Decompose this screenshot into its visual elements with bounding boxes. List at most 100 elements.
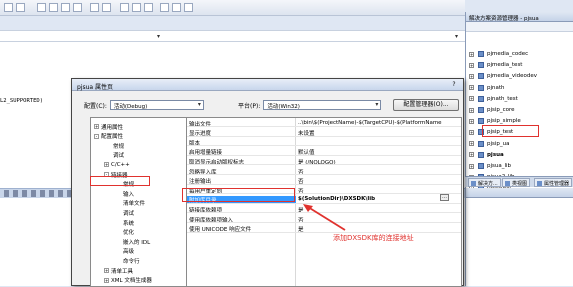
expand-icon[interactable]: + — [469, 107, 474, 113]
properties-panel-header — [466, 188, 573, 198]
tree-node[interactable]: 输入 — [114, 189, 134, 198]
tree-node[interactable]: 优化 — [114, 228, 134, 237]
tree-node-label: 调试 — [113, 153, 125, 160]
toolbar-button-icon[interactable] — [49, 3, 58, 12]
property-row[interactable]: 显示进度 未设置 — [187, 129, 461, 137]
expand-icon[interactable]: + — [469, 152, 474, 158]
close-icon[interactable]: ? — [449, 81, 459, 89]
property-row[interactable]: 启用增量链接 默认值 — [187, 148, 461, 157]
platform-row: 平台(P): 活动(Win32) — [238, 99, 382, 111]
toolbar-button-icon[interactable] — [90, 3, 99, 12]
property-row[interactable]: 输出文件 ..\bin\$(ProjectName)-$(TargetCPU)-$… — [187, 119, 461, 128]
tab-class-view[interactable]: 类视图 — [502, 178, 531, 187]
expand-icon[interactable]: + — [469, 141, 474, 147]
solution-item[interactable]: + pjsip_core — [469, 105, 515, 115]
annotation-text: 添加DXSDK库的连接地址 — [333, 234, 414, 242]
toolbar-button-icon[interactable] — [61, 3, 70, 12]
solution-item-label: pjsua_lib — [487, 163, 512, 169]
solution-item[interactable]: + pjnath — [469, 83, 505, 93]
project-icon — [478, 62, 484, 69]
ellipsis-button[interactable]: … — [440, 194, 449, 201]
tab-solution-explorer[interactable]: 解决方... — [468, 178, 501, 187]
property-value: ..\bin\$(ProjectName)-$(TargetCPU)-$(Pla… — [298, 119, 442, 126]
property-value[interactable]: $(SolutionDir)\DXSDK\lib — [298, 196, 375, 202]
tree-node[interactable]: 嵌入的 IDL — [114, 237, 150, 246]
expand-icon[interactable]: + — [469, 163, 474, 169]
toolbar-button-icon[interactable] — [102, 3, 111, 12]
tree-node[interactable]: + 清单工具 — [104, 266, 133, 275]
toolbar-button-icon[interactable] — [37, 3, 46, 12]
expand-icon[interactable]: + — [94, 124, 99, 129]
chevron-down-icon[interactable]: ▾ — [157, 33, 160, 40]
tree-node[interactable]: 常规 — [104, 141, 124, 150]
collapse-icon[interactable]: - — [94, 133, 99, 139]
toolbar-button-icon[interactable] — [144, 3, 153, 12]
property-row[interactable]: 忽略导入库 否 — [187, 167, 461, 176]
expand-icon[interactable]: + — [469, 129, 474, 135]
solution-item[interactable]: + pjnath_test — [469, 94, 518, 104]
solution-item[interactable]: + pjmedia_videodev — [469, 71, 537, 81]
expand-icon[interactable]: + — [469, 96, 474, 102]
solution-item[interactable]: + pjsua_lib — [469, 161, 511, 171]
toolbar-button-icon[interactable] — [120, 3, 129, 12]
property-tree: + 通用属性 - 配置属性 常规 调试 + C/C++ - 链接器 常规 输入 清单文件 调试 系统 优化 嵌入… — [90, 117, 190, 287]
output-toolbar-icons[interactable] — [4, 190, 79, 197]
tree-node[interactable]: + XML 文档生成器 — [104, 276, 152, 285]
tree-node[interactable]: 命令行 — [114, 256, 140, 265]
property-row[interactable]: 版本 — [187, 138, 461, 147]
tree-node[interactable]: 调试 — [114, 208, 134, 217]
property-row[interactable]: 使用库依赖项输入 否 — [187, 215, 461, 224]
property-row[interactable]: 使用 UNICODE 响应文件 是 — [187, 225, 461, 234]
tree-node-label: 系统 — [123, 220, 135, 227]
property-row[interactable]: 注册输出 否 — [187, 177, 461, 186]
toolbar-button-icon[interactable] — [172, 3, 181, 12]
project-icon — [478, 95, 484, 102]
chevron-down-icon[interactable]: ▾ — [455, 33, 458, 40]
expand-icon[interactable]: + — [104, 277, 109, 283]
toolbar-button-icon[interactable] — [132, 3, 141, 12]
toolbar-button-icon[interactable] — [73, 3, 82, 12]
project-icon — [478, 140, 484, 147]
tree-node[interactable]: 调试 — [104, 151, 124, 160]
property-value: 是 — [298, 207, 304, 214]
tree-node[interactable]: 清单文件 — [114, 199, 145, 208]
solution-item[interactable]: + pjmedia_test — [469, 60, 522, 70]
expand-icon[interactable]: + — [469, 62, 474, 68]
expand-icon[interactable]: + — [469, 73, 474, 79]
solution-item[interactable]: + pjsua — [469, 150, 504, 160]
property-value: 否 — [298, 179, 304, 186]
solution-explorer-toolbar[interactable] — [466, 22, 573, 32]
tree-node[interactable]: 高级 — [114, 247, 134, 256]
tree-node[interactable]: + C/C++ — [104, 160, 130, 169]
tree-node-label: 配置属性 — [101, 134, 124, 141]
expand-icon[interactable]: + — [104, 268, 109, 273]
property-value: 是 — [298, 227, 304, 234]
toolbar-button-icon[interactable] — [16, 3, 25, 12]
linker-general-highlight-box — [90, 176, 150, 186]
solution-item[interactable]: + pjsip_ua — [469, 139, 510, 149]
expand-icon[interactable]: + — [104, 162, 109, 168]
code-line: L2_SUPPORTED) — [0, 98, 44, 104]
config-select[interactable]: 活动(Debug) — [109, 100, 204, 110]
property-row[interactable]: 取消显示启动版权标志 是 (/NOLOGO) — [187, 157, 461, 166]
property-name: 启用增量链接 — [189, 150, 223, 157]
expand-icon[interactable]: + — [469, 85, 474, 91]
expand-icon[interactable]: + — [469, 51, 474, 57]
toolbar-button-icon[interactable] — [184, 3, 193, 12]
toolbar-button-icon[interactable] — [4, 3, 13, 12]
tree-node[interactable]: + 通用属性 — [94, 122, 123, 131]
expand-icon[interactable]: + — [469, 118, 474, 124]
property-name: 版本 — [189, 140, 201, 147]
platform-select[interactable]: 活动(Win32) — [263, 100, 382, 110]
property-name: 忽略导入库 — [189, 169, 217, 176]
config-manager-button[interactable]: 配置管理器(O)... — [393, 99, 459, 111]
property-value: 否 — [298, 188, 304, 195]
toolbar-button-icon[interactable] — [160, 3, 169, 12]
tab-property-manager[interactable]: 属性管理器 — [534, 178, 573, 187]
tree-node-label: XML 文档生成器 — [111, 278, 152, 285]
tree-node[interactable]: 系统 — [114, 218, 134, 227]
solution-item[interactable]: + pjmedia_codec — [469, 49, 528, 59]
tree-node-label: C/C++ — [111, 161, 130, 168]
tree-node[interactable]: - 配置属性 — [94, 132, 123, 141]
property-row[interactable]: 链接库依赖项 是 — [187, 205, 461, 214]
